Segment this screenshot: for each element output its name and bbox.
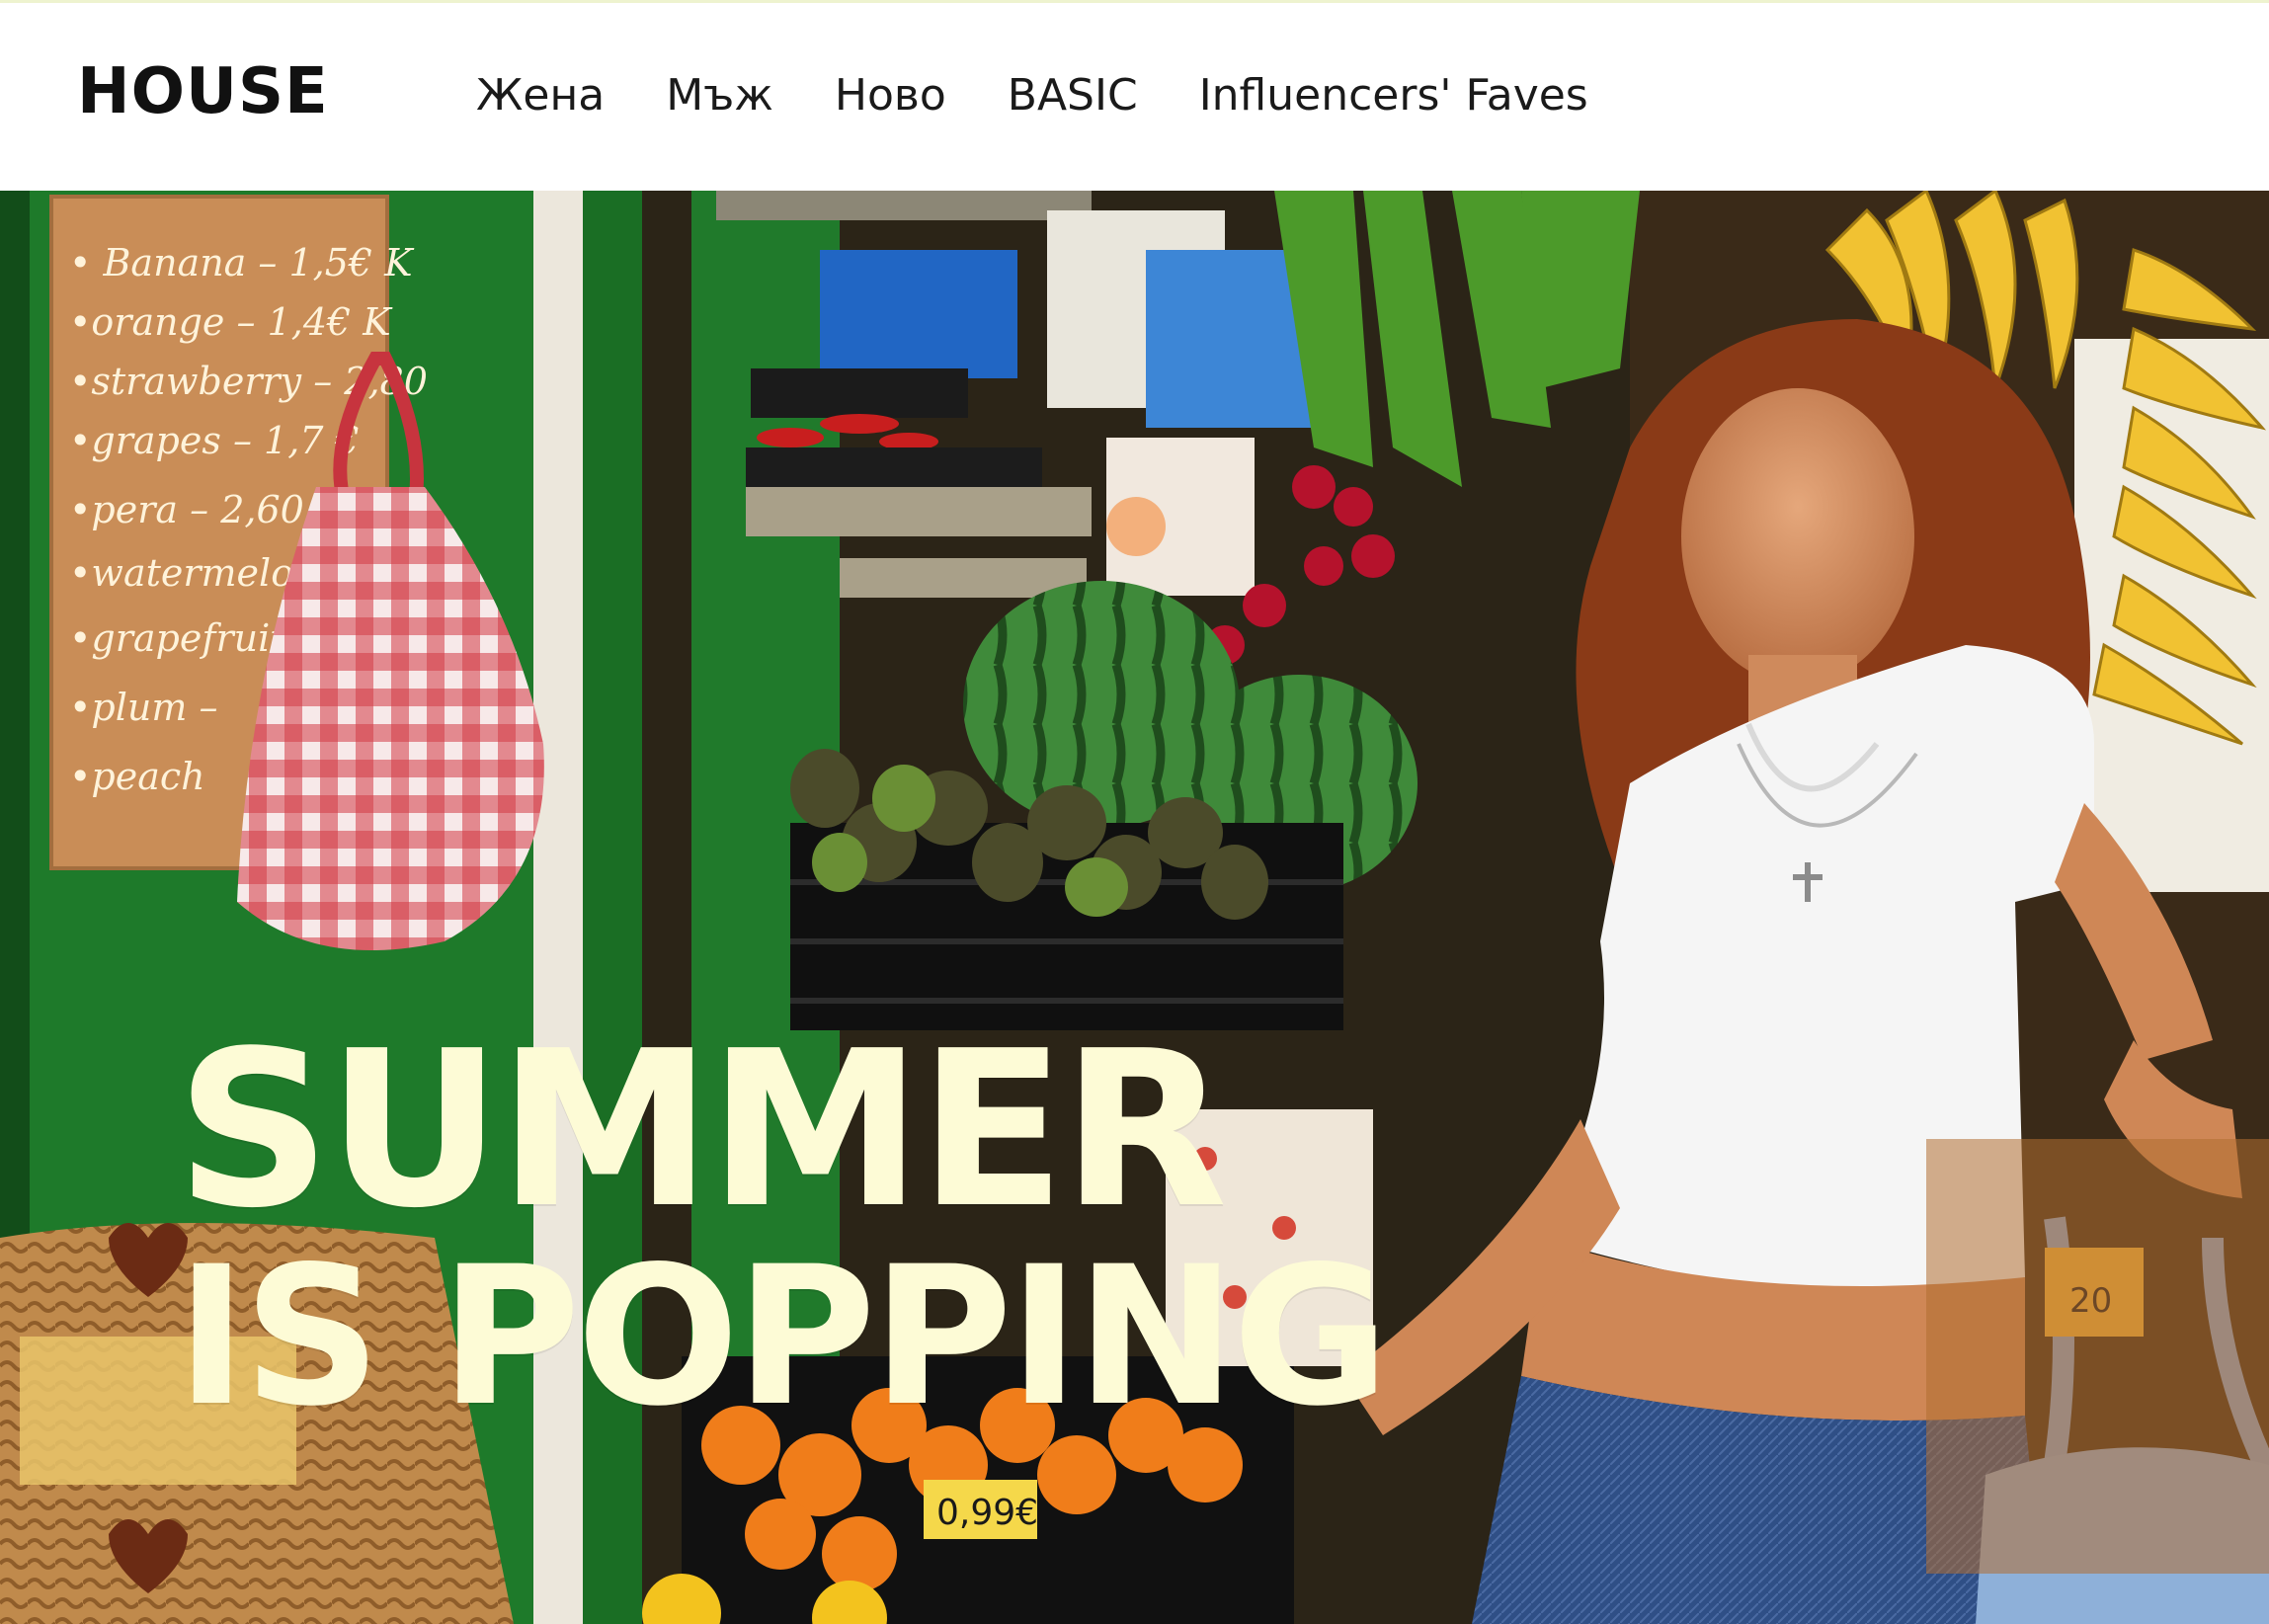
price-line: •orange – 1,4€ K (69, 300, 393, 344)
hero-headline: SUMMER IS POPPING (176, 1006, 1390, 1448)
price-line: •grapes – 1,7 € (69, 419, 360, 462)
nav-item-women[interactable]: Жена (476, 74, 605, 118)
nav-item-basic[interactable]: BASIC (1008, 74, 1138, 118)
site-header: HOUSE Жена Мъж Ново BASIC Influencers' F… (0, 3, 2269, 191)
price-line: •plum – (69, 686, 217, 729)
price-line: • Banana – 1,5€ K (69, 241, 415, 284)
price-line: •peach (69, 755, 205, 798)
nav-item-new[interactable]: Ново (835, 74, 946, 118)
price-tag-oranges: 0,99€ (924, 1480, 1038, 1539)
headline-line-1: SUMMER (176, 1006, 1228, 1256)
nav-item-men[interactable]: Мъж (666, 74, 773, 118)
svg-text:0,99€: 0,99€ (936, 1493, 1038, 1533)
main-nav: Жена Мъж Ново BASIC Influencers' Faves (476, 74, 1650, 118)
site-logo[interactable]: HOUSE (77, 60, 329, 123)
headline-line-2: IS POPPING (176, 1224, 1390, 1448)
nav-item-influencers-faves[interactable]: Influencers' Faves (1199, 74, 1588, 118)
hero-banner[interactable]: • Banana – 1,5€ K •orange – 1,4€ K •stra… (0, 191, 2269, 1624)
price-line: •pera – 2,60 (69, 488, 304, 531)
